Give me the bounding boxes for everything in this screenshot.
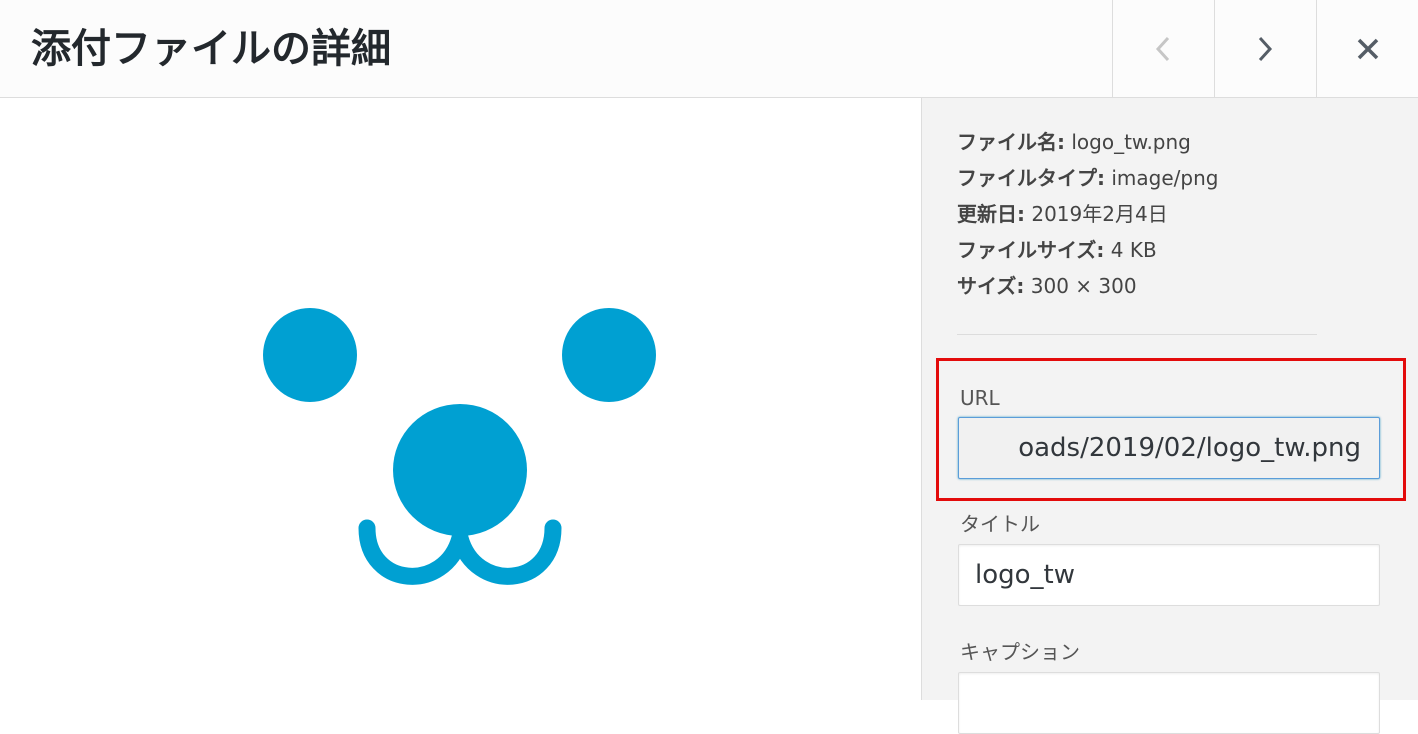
url-field[interactable]: [958, 417, 1380, 479]
modal-header: 添付ファイルの詳細: [0, 0, 1418, 98]
bear-face-logo: [263, 308, 656, 585]
close-icon: [1356, 37, 1380, 61]
dimensions-row: サイズ: 300 × 300: [957, 274, 1137, 298]
divider: [957, 334, 1317, 335]
next-button[interactable]: [1214, 0, 1315, 97]
file-name-row: ファイル名: logo_tw.png: [957, 130, 1191, 154]
file-size-row: ファイルサイズ: 4 KB: [957, 238, 1157, 262]
title-label: タイトル: [960, 512, 1040, 536]
attachment-preview: [0, 98, 921, 700]
caption-label: キャプション: [960, 640, 1080, 664]
caption-field[interactable]: [958, 672, 1380, 734]
chevron-right-icon: [1254, 34, 1276, 64]
previous-button[interactable]: [1112, 0, 1213, 97]
title-field[interactable]: [958, 544, 1380, 606]
page-title: 添付ファイルの詳細: [31, 26, 391, 72]
chevron-left-icon: [1152, 34, 1174, 64]
url-label: URL: [960, 386, 1000, 410]
file-type-row: ファイルタイプ: image/png: [957, 166, 1219, 190]
attachment-details-sidebar: ファイル名: logo_tw.png ファイルタイプ: image/png 更新…: [921, 98, 1418, 734]
uploaded-date-row: 更新日: 2019年2月4日: [957, 202, 1168, 226]
close-button[interactable]: [1316, 0, 1418, 97]
file-info-list: ファイル名: logo_tw.png ファイルタイプ: image/png 更新…: [957, 124, 1218, 304]
